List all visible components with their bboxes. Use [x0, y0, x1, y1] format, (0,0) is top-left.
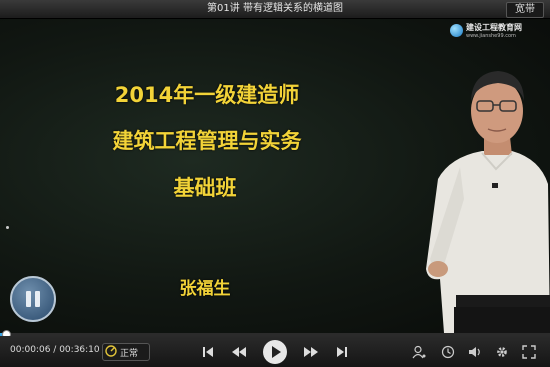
- lecturer-name: 张福生: [179, 279, 231, 299]
- slide-line-2: 建筑工程管理与实务: [112, 129, 302, 153]
- pause-overlay-button[interactable]: [10, 276, 56, 322]
- user-icon[interactable]: [412, 345, 426, 359]
- time-display: 00:00:06 / 00:36:10: [10, 345, 100, 355]
- title-bar: 第01讲 带有逻辑关系的横道图 宽带: [0, 0, 550, 19]
- next-icon[interactable]: [334, 344, 350, 360]
- lecture-title: 第01讲 带有逻辑关系的横道图: [207, 3, 343, 14]
- video-area[interactable]: 建设工程教育网 www.jianshe99.com 2014年一级建造师 建筑工…: [0, 19, 550, 333]
- clock-icon[interactable]: [441, 345, 455, 359]
- fullscreen-icon[interactable]: [522, 345, 536, 359]
- current-time: 00:00:06: [10, 345, 51, 355]
- slide-line-1: 2014年一级建造师: [114, 83, 300, 107]
- slide-line-3: 基础班: [173, 176, 237, 200]
- settings-icon[interactable]: [495, 345, 509, 359]
- total-time: 00:36:10: [59, 345, 100, 355]
- presenter-image: [426, 71, 550, 333]
- pause-bar-left: [26, 291, 31, 307]
- speed-label: 正常: [120, 349, 139, 359]
- slide-dot: [6, 226, 9, 229]
- pause-bar-right: [35, 291, 40, 307]
- logo-url: www.jianshe99.com: [466, 33, 516, 39]
- logo-mark-icon: [450, 24, 463, 37]
- logo-name: 建设工程教育网: [466, 23, 522, 32]
- control-bar: 00:00:06 / 00:36:10 正常: [0, 336, 550, 367]
- playback-speed-button[interactable]: 正常: [102, 343, 150, 361]
- bandwidth-button[interactable]: 宽带: [506, 2, 544, 18]
- brand-logo: 建设工程教育网 www.jianshe99.com: [450, 23, 532, 41]
- rewind-icon[interactable]: [231, 344, 247, 360]
- prev-icon[interactable]: [200, 344, 216, 360]
- speed-gauge-icon: [105, 345, 117, 357]
- forward-icon[interactable]: [303, 344, 319, 360]
- play-icon[interactable]: [263, 340, 287, 364]
- volume-icon[interactable]: [468, 345, 482, 359]
